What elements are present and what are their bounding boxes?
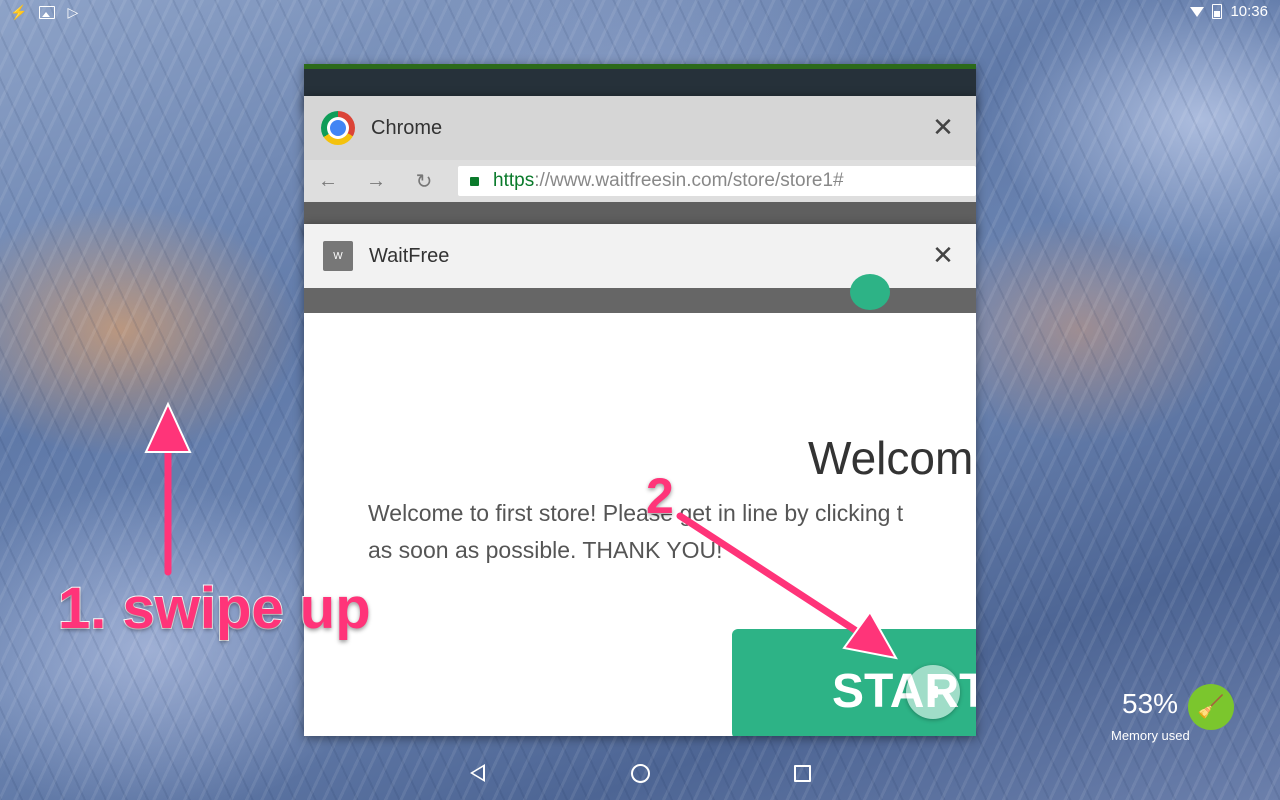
card-title: WaitFree [369,244,450,267]
memory-label: Memory used [1111,728,1190,743]
chrome-icon [321,111,355,145]
reload-icon: ↻ [415,170,433,193]
forward-arrow-icon: → [366,169,386,192]
recent-card-chrome[interactable]: Chrome ✕ ← → ↻ https ://www.waitfreesin.… [304,96,976,236]
card-title: Chrome [371,116,443,139]
bolt-icon: ⚡ [10,4,28,20]
annotation-step-2: 2 [645,467,675,525]
wifi-icon [1190,6,1205,17]
clock: 10:36 [1230,3,1268,20]
page-preview: Welcom Welcome to first store! Please ge… [304,313,976,736]
card-header: Chrome ✕ [304,96,976,160]
lock-icon [470,176,479,186]
recent-apps-icon[interactable] [794,765,811,782]
url-field: https ://www.waitfreesin.com/store/store… [458,166,976,196]
waitfree-icon: W [323,241,353,271]
pin-button[interactable] [906,665,960,719]
close-icon[interactable]: ✕ [930,242,956,268]
clean-broom-icon[interactable]: 🧹 [1188,684,1234,730]
home-icon[interactable] [631,764,650,783]
close-icon[interactable]: ✕ [930,114,956,140]
swipe-up-arrow [144,401,192,576]
welcome-heading: Welcom [808,432,974,484]
annotation-step-1: 1. swipe up [57,575,372,642]
url-bar: ← → ↻ https ://www.waitfreesin.com/store… [304,160,976,202]
image-icon [39,5,56,19]
back-icon[interactable] [470,764,485,782]
memory-percent: 53% [1122,688,1179,719]
play-store-icon: ▷ [67,4,79,20]
status-bar: ⚡ ▷ 10:36 [0,0,1280,24]
recent-card-waitfree[interactable]: W WaitFree ✕ Welcom Welcome to first sto… [304,224,976,736]
navigation-bar [0,752,1280,800]
battery-icon [1212,4,1223,19]
back-arrow-icon: ← [318,169,338,192]
app-toolbar [304,274,976,313]
pin-icon [928,686,938,707]
